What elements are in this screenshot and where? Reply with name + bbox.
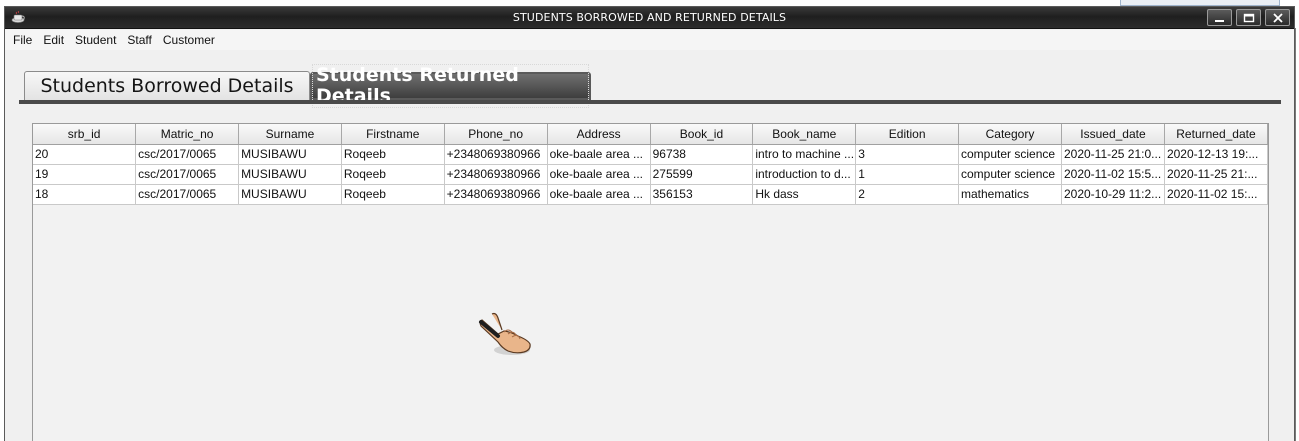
column-header-category[interactable]: Category <box>958 124 1062 145</box>
title-bar[interactable]: STUDENTS BORROWED AND RETURNED DETAILS <box>5 7 1294 29</box>
column-header-book-id[interactable]: Book_id <box>650 124 754 145</box>
cell-category[interactable]: mathematics <box>958 184 1062 205</box>
cell-firstname[interactable]: Roqeeb <box>341 144 445 165</box>
cell-category[interactable]: computer science <box>958 144 1062 165</box>
column-header-srb-id[interactable]: srb_id <box>33 124 137 145</box>
cell-srb-id[interactable]: 20 <box>33 144 137 165</box>
cell-phone-no[interactable]: +2348069380966 <box>444 144 548 165</box>
cell-edition[interactable]: 1 <box>855 164 959 185</box>
cell-srb-id[interactable]: 19 <box>33 164 137 185</box>
cell-surname[interactable]: MUSIBAWU <box>238 164 342 185</box>
tab-borrowed-label: Students Borrowed Details <box>40 75 294 97</box>
menu-student[interactable]: Student <box>71 33 120 47</box>
cell-book-id[interactable]: 275599 <box>650 164 754 185</box>
close-icon <box>1273 13 1283 23</box>
app-window: STUDENTS BORROWED AND RETURNED DETAILS F… <box>4 6 1295 441</box>
column-header-phone-no[interactable]: Phone_no <box>444 124 548 145</box>
cell-firstname[interactable]: Roqeeb <box>341 164 445 185</box>
column-header-matric-no[interactable]: Matric_no <box>135 124 240 145</box>
cell-edition[interactable]: 2 <box>855 184 959 205</box>
menu-staff[interactable]: Staff <box>123 33 155 47</box>
cell-issued-date[interactable]: 2020-11-02 15:5... <box>1061 164 1165 185</box>
minimize-icon <box>1215 20 1224 22</box>
window-title: STUDENTS BORROWED AND RETURNED DETAILS <box>512 11 787 24</box>
returned-details-table: srb_id Matric_no Surname Firstname Phone… <box>33 124 1269 205</box>
cell-srb-id[interactable]: 18 <box>33 184 137 205</box>
cell-book-name[interactable]: Hk dass <box>752 184 857 205</box>
cell-matric-no[interactable]: csc/2017/0065 <box>135 184 240 205</box>
column-header-edition[interactable]: Edition <box>855 124 959 145</box>
returned-details-table-panel[interactable]: srb_id Matric_no Surname Firstname Phone… <box>32 123 1269 441</box>
column-header-issued-date[interactable]: Issued_date <box>1061 124 1165 145</box>
column-header-firstname[interactable]: Firstname <box>341 124 445 145</box>
column-header-returned-date[interactable]: Returned_date <box>1164 124 1269 145</box>
cell-firstname[interactable]: Roqeeb <box>341 184 445 205</box>
menu-bar: File Edit Student Staff Customer <box>5 30 1294 50</box>
menu-edit[interactable]: Edit <box>39 33 68 47</box>
cell-matric-no[interactable]: csc/2017/0065 <box>135 164 240 185</box>
cell-book-name[interactable]: intro to machine ... <box>752 144 857 165</box>
cell-book-id[interactable]: 96738 <box>650 144 754 165</box>
column-header-book-name[interactable]: Book_name <box>752 124 857 145</box>
cell-returned-date[interactable]: 2020-11-02 15:... <box>1164 184 1269 205</box>
cell-category[interactable]: computer science <box>958 164 1062 185</box>
cell-address[interactable]: oke-baale area ... <box>547 184 651 205</box>
column-header-surname[interactable]: Surname <box>238 124 342 145</box>
cell-book-id[interactable]: 356153 <box>650 184 754 205</box>
table-row[interactable]: 19 csc/2017/0065 MUSIBAWU Roqeeb +234806… <box>33 164 1269 185</box>
cell-surname[interactable]: MUSIBAWU <box>238 184 342 205</box>
tab-students-borrowed[interactable]: Students Borrowed Details <box>24 71 310 100</box>
cell-returned-date[interactable]: 2020-12-13 19:... <box>1164 144 1269 165</box>
tab-divider <box>19 100 1281 104</box>
cell-phone-no[interactable]: +2348069380966 <box>444 184 548 205</box>
cell-issued-date[interactable]: 2020-11-25 21:0... <box>1061 144 1165 165</box>
window-right-edge <box>1295 28 1296 441</box>
close-button[interactable] <box>1265 9 1290 26</box>
tab-students-returned[interactable]: Students Returned Details <box>310 64 591 108</box>
hand-pointer-icon <box>479 312 531 355</box>
cell-issued-date[interactable]: 2020-10-29 11:2... <box>1061 184 1165 205</box>
cell-surname[interactable]: MUSIBAWU <box>238 144 342 165</box>
cell-edition[interactable]: 3 <box>855 144 959 165</box>
menu-customer[interactable]: Customer <box>159 33 219 47</box>
cell-matric-no[interactable]: csc/2017/0065 <box>135 144 240 165</box>
cell-returned-date[interactable]: 2020-11-25 21:... <box>1164 164 1269 185</box>
maximize-icon <box>1243 13 1255 23</box>
column-header-address[interactable]: Address <box>547 124 651 145</box>
minimize-button[interactable] <box>1207 9 1232 26</box>
cell-book-name[interactable]: introduction to d... <box>752 164 857 185</box>
cell-address[interactable]: oke-baale area ... <box>547 144 651 165</box>
maximize-button[interactable] <box>1236 9 1261 26</box>
table-header-row: srb_id Matric_no Surname Firstname Phone… <box>33 124 1269 145</box>
table-row[interactable]: 18 csc/2017/0065 MUSIBAWU Roqeeb +234806… <box>33 184 1269 205</box>
cell-phone-no[interactable]: +2348069380966 <box>444 164 548 185</box>
table-row[interactable]: 20 csc/2017/0065 MUSIBAWU Roqeeb +234806… <box>33 144 1269 165</box>
cell-address[interactable]: oke-baale area ... <box>547 164 651 185</box>
menu-file[interactable]: File <box>9 33 36 47</box>
